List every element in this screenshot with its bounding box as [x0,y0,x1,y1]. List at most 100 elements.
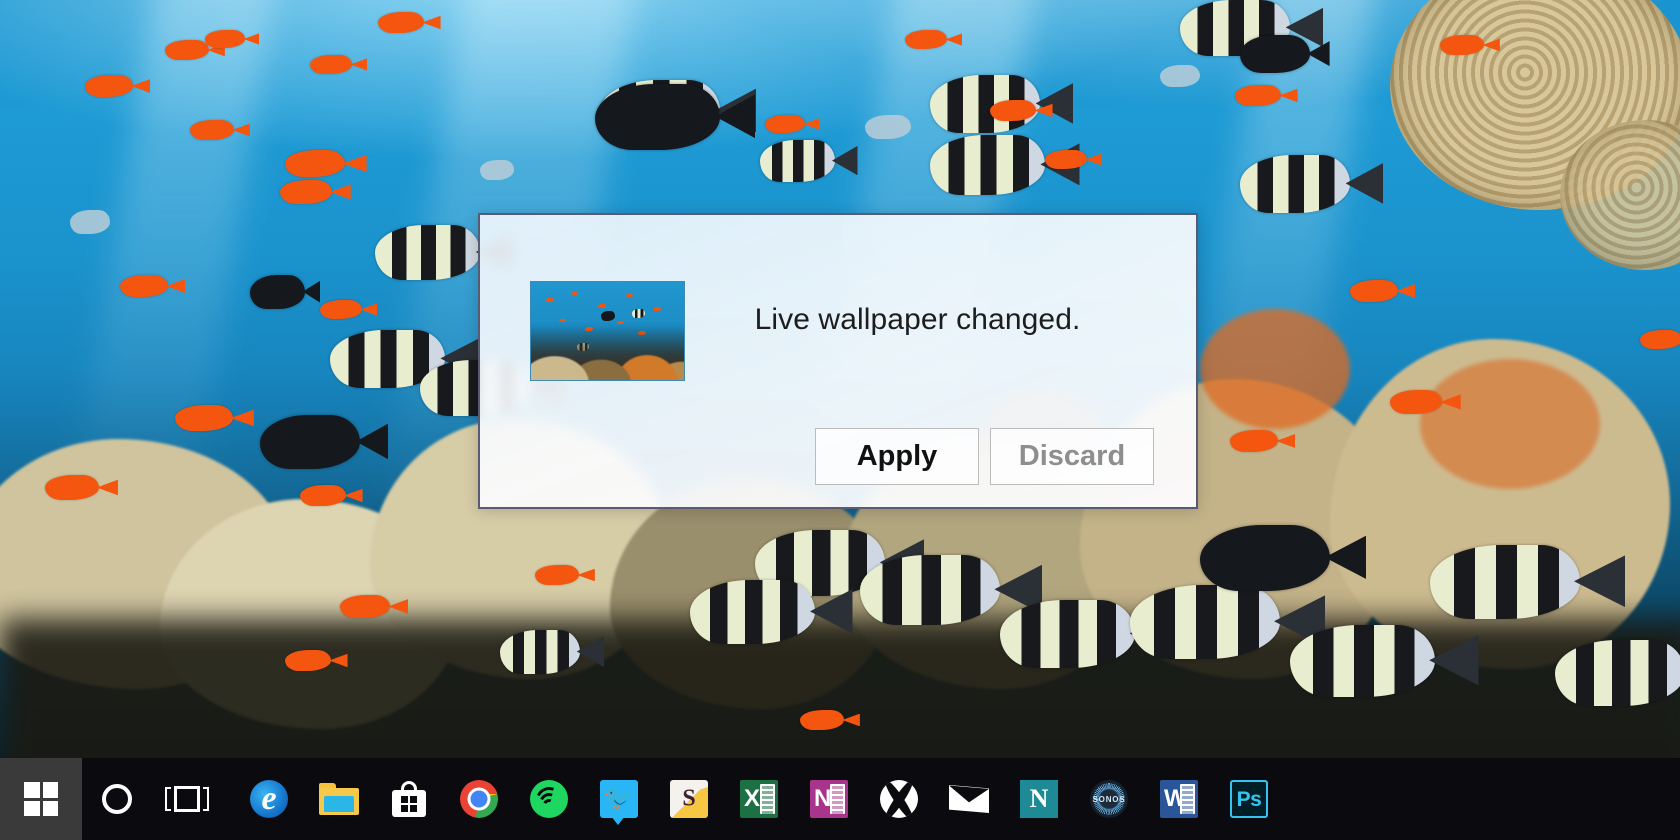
thumbnail-reef [531,327,684,380]
taskbar-icon-sway[interactable]: S [654,758,724,840]
microsoft-store-icon [392,781,426,817]
apply-button[interactable]: Apply [815,428,979,485]
taskbar-icon-word[interactable]: W [1144,758,1214,840]
discard-button[interactable]: Discard [990,428,1154,485]
cortana-button[interactable] [82,758,152,840]
fish-sergeant-major [690,580,815,644]
fish-damsel [250,275,305,309]
fish-damsel [1240,35,1310,73]
spotify-icon [530,780,568,818]
fish-anthias [165,40,209,60]
fish-small [480,160,514,180]
fish-anthias [340,595,390,618]
fish-small [865,115,911,139]
fish-anthias [285,650,331,671]
fish-anthias [1045,150,1087,169]
sway-icon: S [670,780,708,818]
taskbar-icon-edge[interactable]: e [234,758,304,840]
fish-anthias [320,300,362,319]
live-wallpaper-changed-dialog: Live wallpaper changed. Apply Discard [478,213,1198,509]
fish-damsel [1200,525,1330,591]
fish-anthias [175,405,233,431]
fish-sergeant-major [500,630,580,674]
fish-anthias [300,485,346,506]
fish-sergeant-major [1555,640,1680,706]
fish-anthias [800,710,844,730]
taskbar-icon-twitter[interactable]: 🐦 [584,758,654,840]
taskbar-icon-onenote[interactable]: N [794,758,864,840]
taskbar-icon-nitro[interactable]: N [1004,758,1074,840]
fish-sergeant-major [1290,625,1435,697]
fish-damsel [595,84,720,150]
edge-icon: e [250,780,288,818]
taskbar-icon-photoshop[interactable]: Ps [1214,758,1284,840]
onenote-icon: N [810,780,848,818]
windows-logo-icon [24,782,58,816]
task-view-button[interactable] [152,758,222,840]
fish-anthias [285,150,345,177]
fish-sergeant-major [1000,600,1135,668]
fish-anthias [120,275,168,297]
fish-anthias [378,12,424,33]
dialog-content: Live wallpaper changed. [480,215,1196,381]
file-explorer-icon [319,783,359,815]
thumbnail-fish [546,297,555,302]
excel-icon: X [740,780,778,818]
thumbnail-fish [625,293,633,297]
fish-sergeant-major [1240,155,1350,213]
thumbnail-fish [570,291,578,295]
fish-anthias [205,30,245,48]
taskbar: e 🐦 S X N N SONOS W Ps [0,758,1680,840]
fish-anthias [1390,390,1442,414]
taskbar-icon-file-explorer[interactable] [304,758,374,840]
fish-anthias [765,115,805,133]
dialog-message: Live wallpaper changed. [754,303,1081,336]
fish-anthias [85,75,133,97]
word-icon: W [1160,780,1198,818]
twitter-icon: 🐦 [600,780,638,825]
fish-anthias [1440,35,1484,55]
fish-sergeant-major [375,225,480,280]
start-button[interactable] [0,758,82,840]
taskbar-icon-store[interactable] [374,758,444,840]
desktop-screen: Live wallpaper changed. Apply Discard e [0,0,1680,840]
thumbnail-fish [598,303,607,308]
fish-anthias [1230,430,1278,452]
taskbar-icon-mail[interactable] [934,758,1004,840]
sonos-icon: SONOS [1090,780,1128,818]
taskbar-icon-xbox[interactable] [864,758,934,840]
fish-sergeant-major [860,555,1000,625]
cortana-circle-icon [102,784,132,814]
taskbar-icon-excel[interactable]: X [724,758,794,840]
fish-anthias [535,565,579,585]
chrome-icon [460,780,498,818]
fish-anthias [990,100,1036,121]
fish-anthias [190,120,234,140]
mail-icon [949,785,989,813]
taskbar-icon-chrome[interactable] [444,758,514,840]
nitro-n-icon: N [1020,780,1058,818]
fish-sergeant-major [760,140,835,182]
orange-coral [1420,359,1600,490]
dialog-button-row: Apply Discard [815,428,1154,485]
taskbar-icon-sonos[interactable]: SONOS [1074,758,1144,840]
xbox-icon [880,780,918,818]
fish-small [1160,65,1200,87]
fish-anthias [1235,85,1281,106]
fish-anthias [310,55,352,74]
task-view-icon [165,786,209,812]
wallpaper-thumbnail[interactable] [530,281,685,381]
fish-sergeant-major [1430,545,1580,619]
photoshop-icon: Ps [1230,780,1268,818]
fish-anthias [905,30,947,49]
fish-damsel [260,415,360,469]
fish-anthias [1350,280,1398,302]
fish-anthias [1640,330,1680,349]
fish-anthias [45,475,99,500]
fish-anthias [280,180,332,204]
fish-small [70,210,110,234]
taskbar-icon-spotify[interactable] [514,758,584,840]
fish-sergeant-major [930,135,1045,195]
fish-sergeant-major [1130,585,1280,659]
orange-coral [1200,309,1350,430]
